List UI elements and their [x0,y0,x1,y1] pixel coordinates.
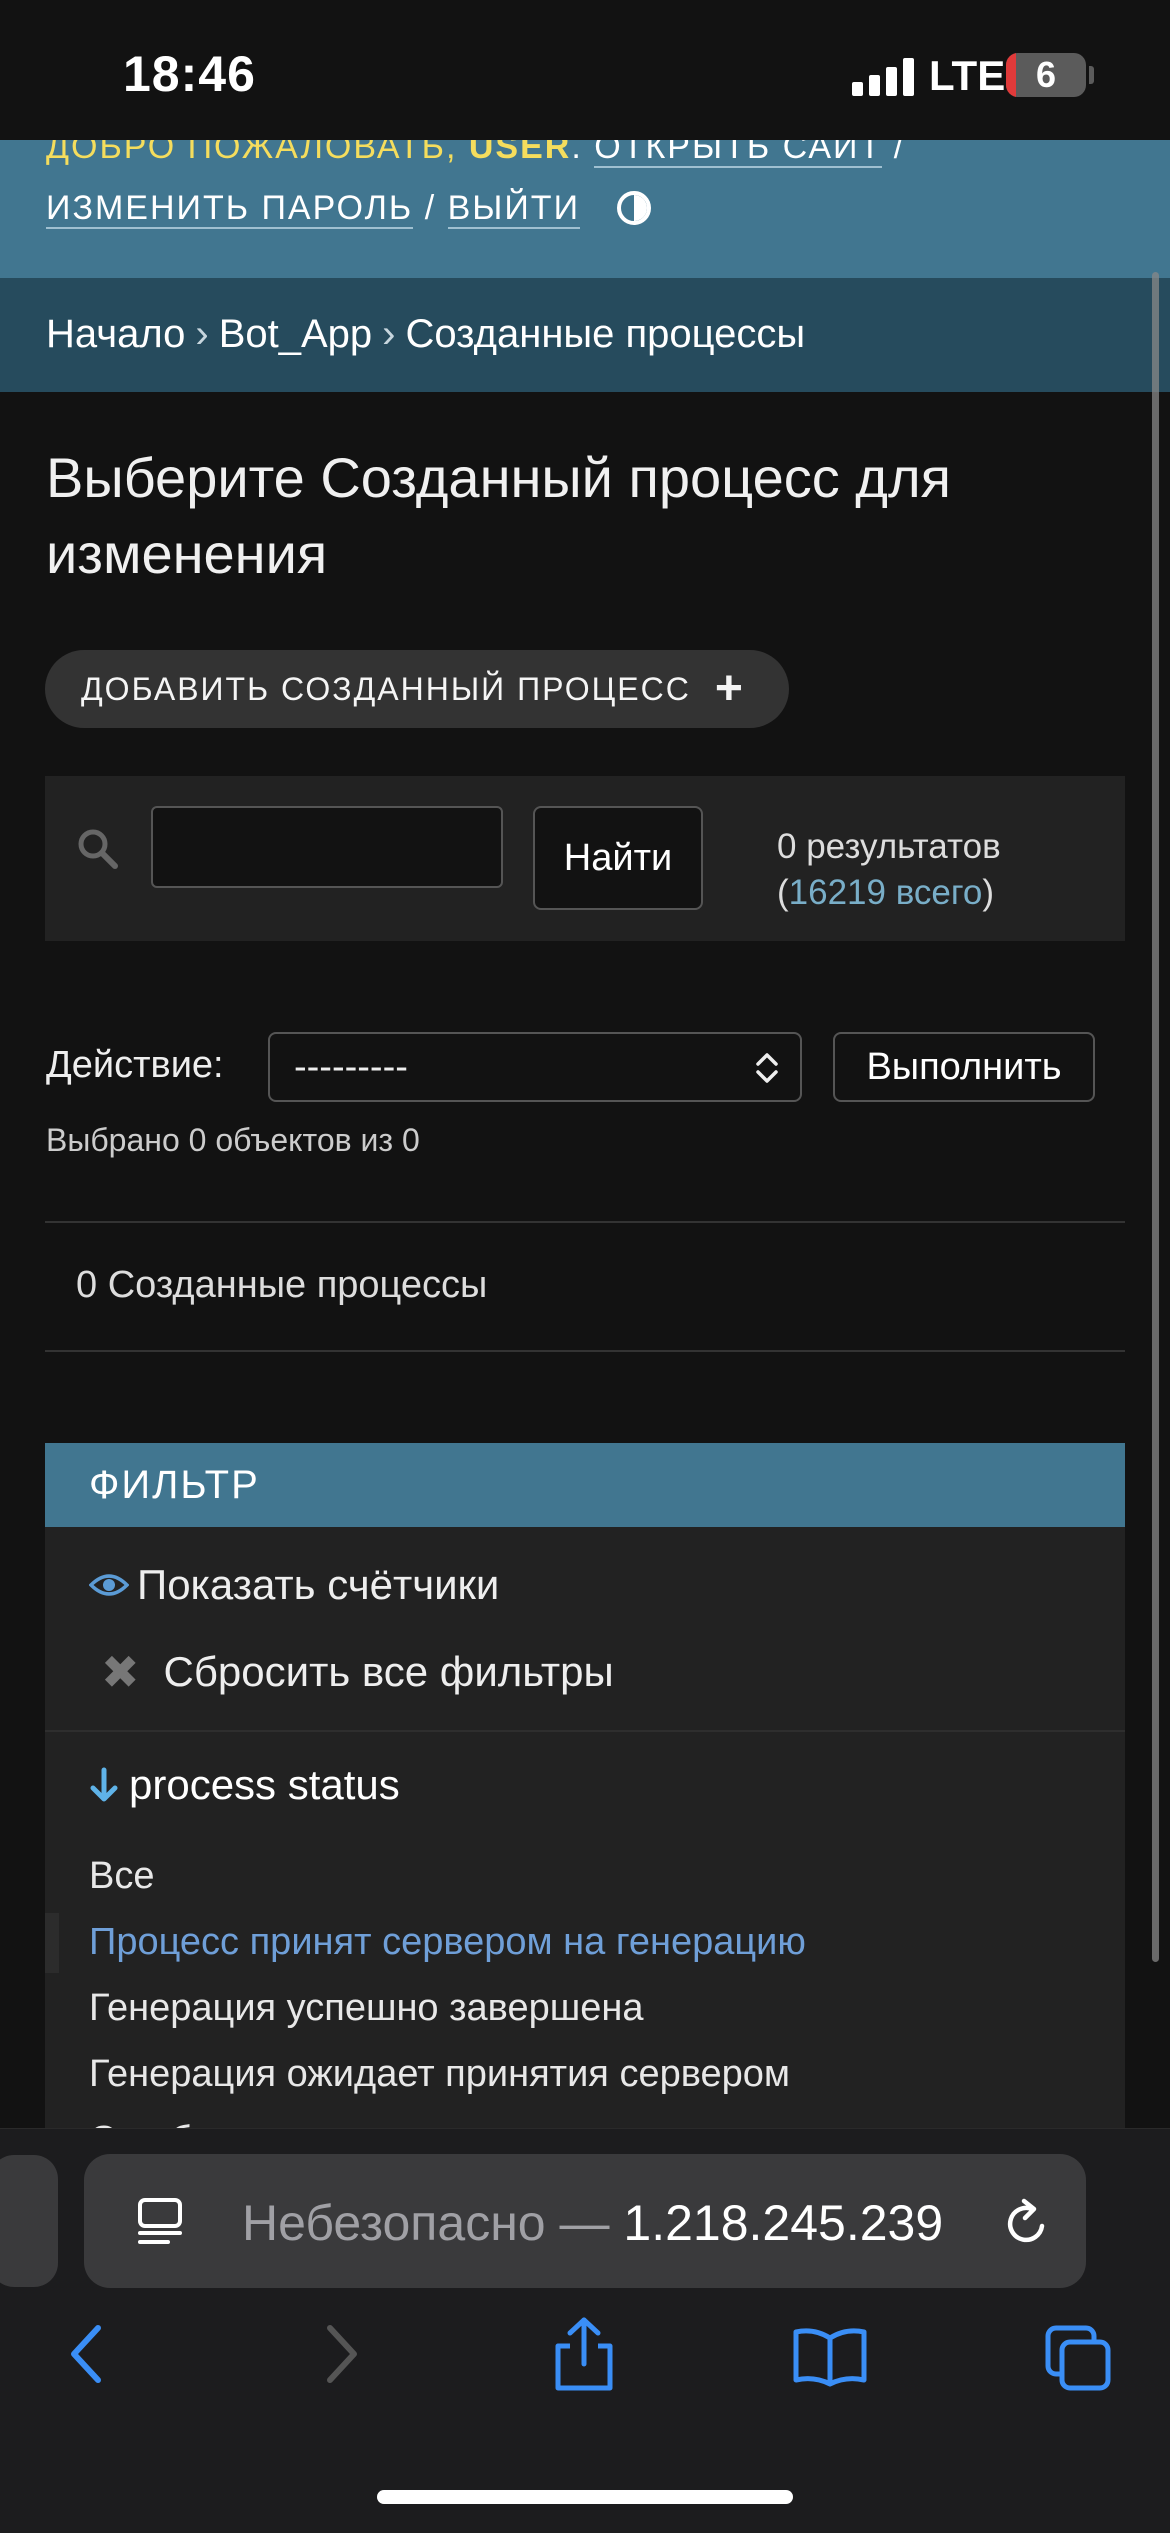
clock: 18:46 [123,46,256,102]
results-count: 0 результатов [777,827,1001,866]
selected-count: Выбрано 0 объектов из 0 [46,1122,420,1158]
status-bar: 18:46 LTE 6 [0,0,1170,140]
battery-tip [1089,66,1094,84]
reset-filters-label: Сбросить все фильтры [163,1648,614,1695]
page-menu-icon[interactable] [134,2196,186,2248]
share-icon[interactable] [550,2316,618,2392]
address-bar[interactable]: Небезопасно — 1.218.245.239 [84,2154,1086,2288]
home-indicator [377,2490,793,2504]
breadcrumb-current: Созданные процессы [405,312,806,356]
reload-icon[interactable] [1002,2196,1052,2248]
change-password-link[interactable]: ИЗМЕНИТЬ ПАРОЛЬ [46,189,414,229]
welcome-text: ДОБРО ПОЖАЛОВАТЬ, [46,140,458,166]
eye-icon [89,1574,129,1596]
theme-toggle-icon[interactable] [617,191,652,225]
back-icon[interactable] [64,2322,110,2386]
search-toolbar: Найти 0 результатов (16219 всего) [45,776,1125,941]
divider [45,1730,1125,1732]
plus-icon: + [714,662,745,715]
username: USER [468,140,572,166]
results-summary: 0 результатов (16219 всего) [777,827,1001,912]
close-icon: ✖ [101,1646,140,1698]
search-button[interactable]: Найти [533,806,703,910]
chevron-updown-icon [756,1053,778,1083]
divider [45,1350,1125,1352]
view-site-link[interactable]: ОТКРЫТЬ САЙТ [594,140,883,168]
battery-icon: 6 [1006,53,1086,97]
forward-icon[interactable] [318,2322,364,2386]
action-select-value: --------- [294,1045,408,1088]
user-tools: ДОБРО ПОЖАЛОВАТЬ, USER. ОТКРЫТЬ САЙТ / И… [0,140,1170,278]
filter-choice-completed[interactable]: Генерация успешно завершена [89,1987,643,2030]
tabs-icon[interactable] [1044,2324,1114,2392]
reset-filters-link[interactable]: ✖ Сбросить все фильтры [101,1645,614,1699]
show-counts-link[interactable]: Показать счётчики [89,1561,499,1609]
object-count: 0 Созданные процессы [76,1264,488,1306]
security-warning: Небезопасно — [242,2195,610,2251]
breadcrumb: Начало › Bot_App › Созданные процессы [0,278,1170,392]
url: 1.218.245.239 [623,2195,944,2251]
separator: / [893,140,906,166]
network-type: LTE [929,52,1006,99]
previous-tab[interactable] [0,2155,58,2287]
filter-header: ФИЛЬТР [45,1443,1125,1527]
filter-choice-accepted[interactable]: Процесс принят сервером на генерацию [89,1921,806,1964]
divider [45,1221,1125,1223]
battery-level: 6 [1035,54,1057,95]
breadcrumb-home[interactable]: Начало [46,312,185,356]
bookmarks-icon[interactable] [792,2326,868,2388]
show-counts-label: Показать счётчики [137,1561,500,1608]
arrow-down-icon [90,1767,118,1802]
selected-choice-marker [45,1913,59,1973]
total-link[interactable]: 16219 всего [789,873,983,912]
filter-title[interactable]: process status [89,1761,400,1809]
separator: / [424,189,437,227]
scrollbar[interactable] [1152,272,1159,1962]
search-icon [78,829,118,869]
action-label: Действие: [46,1044,224,1086]
add-process-button[interactable]: ДОБАВИТЬ СОЗДАННЫЙ ПРОЦЕСС + [45,650,789,728]
breadcrumb-app[interactable]: Bot_App [219,312,372,356]
logout-link[interactable]: ВЫЙТИ [447,189,581,229]
action-select[interactable]: --------- [268,1032,802,1102]
filter-choice-all[interactable]: Все [89,1855,154,1898]
address-text[interactable]: Небезопасно — 1.218.245.239 [242,2194,943,2252]
filter-choice-pending[interactable]: Генерация ожидает принятия сервером [89,2053,790,2096]
filter-title-label: process status [129,1761,400,1808]
cellular-signal-icon [852,58,914,96]
run-action-button[interactable]: Выполнить [833,1032,1095,1102]
search-input[interactable] [151,806,503,888]
filter-panel: ФИЛЬТР Показать счётчики ✖ Сбросить все … [45,1443,1125,2161]
page-title: Выберите Созданный процесс для изменения [46,446,951,585]
add-process-label: ДОБАВИТЬ СОЗДАННЫЙ ПРОЦЕСС [81,670,691,707]
